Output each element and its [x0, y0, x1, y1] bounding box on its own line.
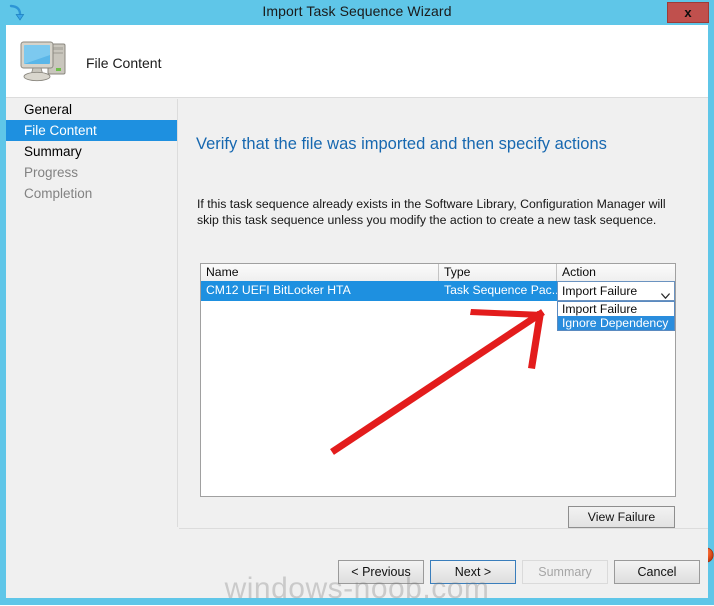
action-dropdown[interactable]: Import Failure [557, 281, 675, 301]
sidebar-item-file-content[interactable]: File Content [6, 120, 177, 141]
action-dropdown-list[interactable]: Import Failure Ignore Dependency [557, 301, 675, 331]
client-area: File Content General File Content Summar… [6, 25, 714, 598]
window-title: Import Task Sequence Wizard [262, 3, 452, 19]
sidebar-item-summary[interactable]: Summary [6, 141, 177, 162]
column-header-type[interactable]: Type [439, 264, 557, 281]
table-row[interactable]: CM12 UEFI BitLocker HTA Task Sequence Pa… [201, 281, 675, 331]
main-content: Verify that the file was imported and th… [179, 99, 714, 563]
action-dropdown-value: Import Failure [562, 284, 638, 298]
previous-button[interactable]: < Previous [338, 560, 424, 584]
column-header-name[interactable]: Name [201, 264, 439, 281]
wizard-button-bar: < Previous Next > Summary Cancel [179, 528, 708, 598]
chevron-down-icon [661, 287, 670, 299]
listview-header: Name Type Action [201, 264, 675, 281]
dropdown-option-import-failure[interactable]: Import Failure [558, 302, 674, 316]
title-bar: Import Task Sequence Wizard x [0, 0, 714, 25]
dropdown-option-ignore-dependency[interactable]: Ignore Dependency [558, 316, 674, 330]
wizard-page-name: File Content [86, 55, 162, 71]
summary-button: Summary [522, 560, 608, 584]
cell-type: Task Sequence Pac... [444, 283, 557, 297]
sidebar-item-general[interactable]: General [6, 99, 177, 120]
wizard-header: File Content [6, 25, 708, 98]
cell-name: CM12 UEFI BitLocker HTA [206, 283, 351, 297]
computer-icon [16, 33, 74, 85]
close-button[interactable]: x [667, 2, 709, 23]
sidebar-item-completion: Completion [24, 186, 93, 201]
page-description: If this task sequence already exists in … [197, 197, 666, 227]
file-content-listview[interactable]: Name Type Action CM12 UEFI BitLocker HTA… [200, 263, 714, 563]
next-button[interactable]: Next > [430, 560, 516, 584]
view-failure-button[interactable]: View Failure [568, 506, 675, 528]
cancel-button[interactable]: Cancel [614, 560, 700, 584]
wizard-window: Import Task Sequence Wizard x File Conte… [0, 0, 714, 605]
column-header-action[interactable]: Action [557, 264, 675, 281]
page-title: Verify that the file was imported and th… [196, 135, 607, 153]
wizard-step-nav: General File Content Summary Progress Co… [6, 99, 178, 527]
sidebar-item-progress: Progress [24, 165, 79, 180]
